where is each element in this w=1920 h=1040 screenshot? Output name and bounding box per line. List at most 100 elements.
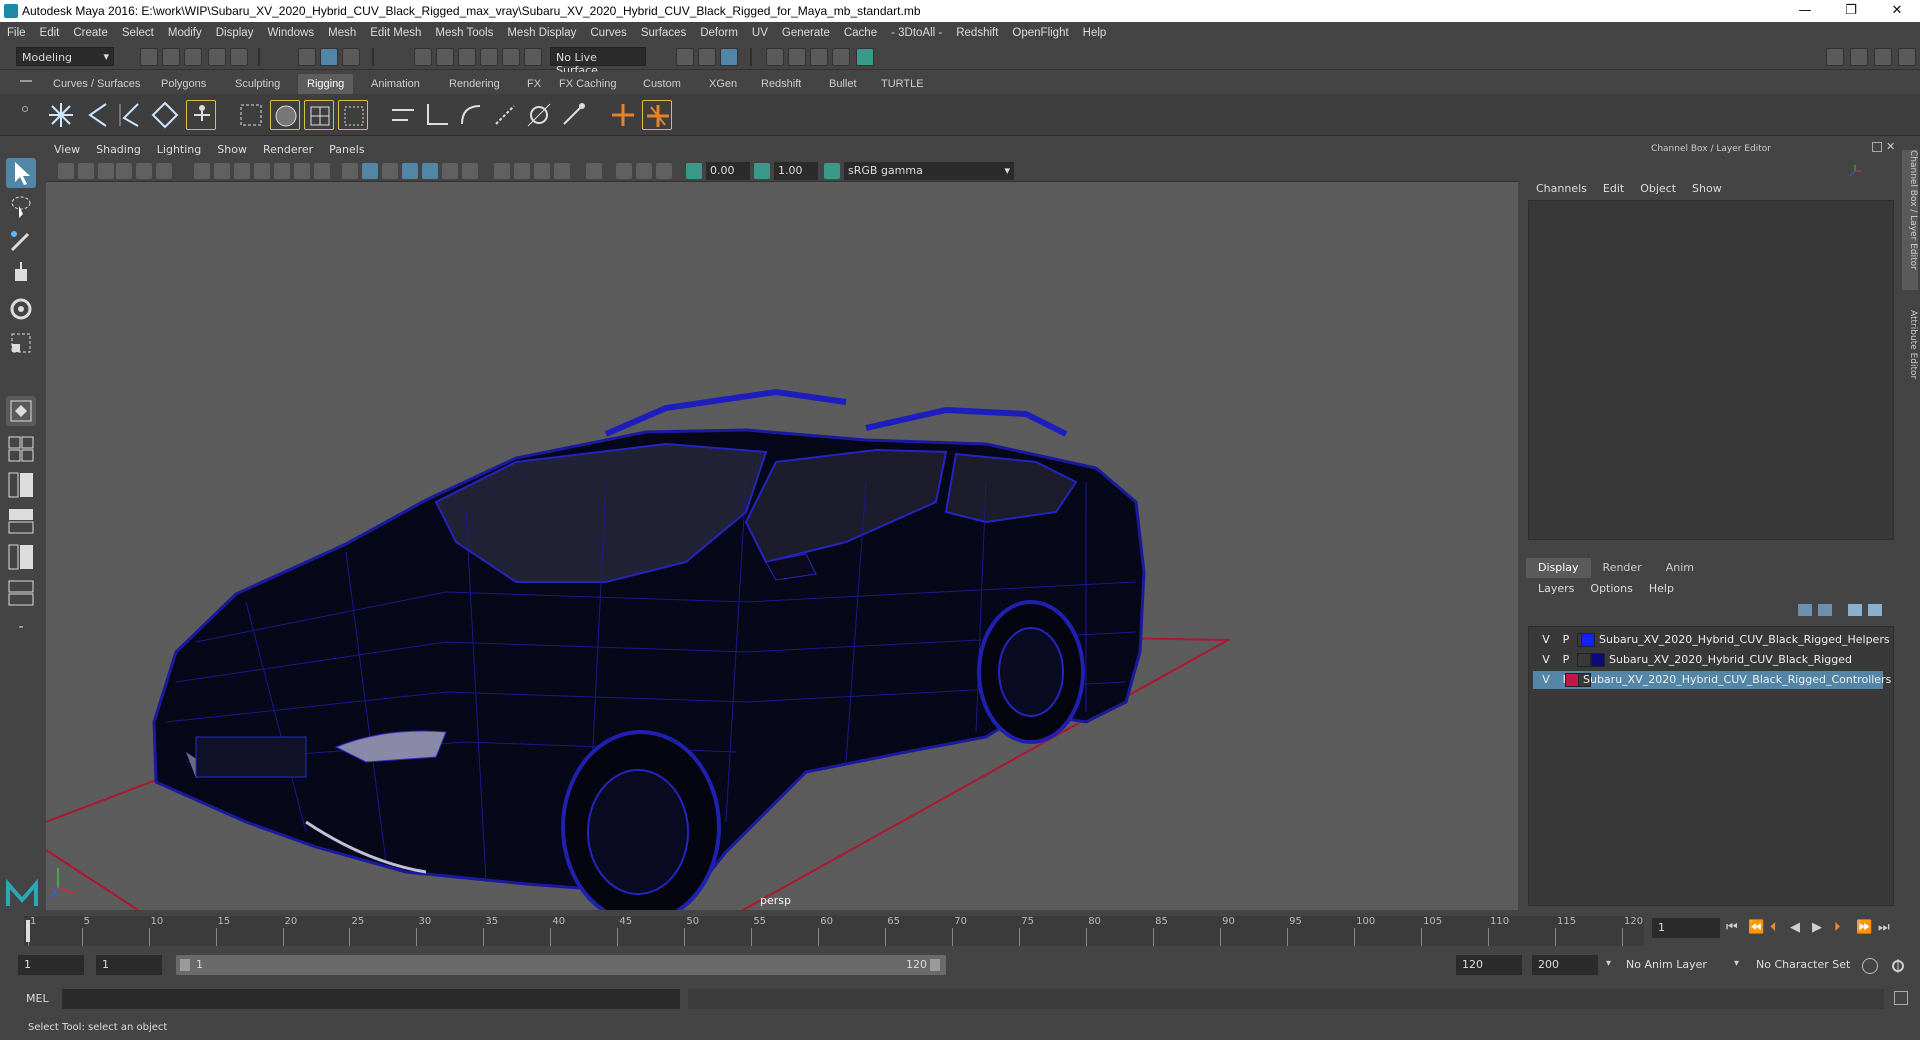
step-forward-icon[interactable]: ⏩ xyxy=(1856,920,1872,935)
menu-modify[interactable]: Modify xyxy=(161,22,209,44)
menu-create[interactable]: Create xyxy=(66,22,115,44)
film-gate-icon[interactable] xyxy=(214,163,230,179)
channel-menu-object[interactable]: Object xyxy=(1632,182,1684,195)
current-time-indicator[interactable] xyxy=(26,920,30,942)
exposure-icon[interactable] xyxy=(686,163,702,179)
character-set-dropdown[interactable]: No Character Set xyxy=(1750,955,1868,975)
grid-toggle-icon[interactable] xyxy=(194,163,210,179)
viewport-menu-shading[interactable]: Shading xyxy=(88,140,149,160)
playback-end-field[interactable]: 120 xyxy=(1456,955,1522,975)
channel-box-toggle-icon[interactable] xyxy=(1898,48,1916,66)
mel-label[interactable]: MEL xyxy=(26,992,49,1005)
backface-culling-icon[interactable] xyxy=(656,163,672,179)
wireframe-on-shaded-icon[interactable] xyxy=(402,163,418,179)
new-empty-layer-icon[interactable] xyxy=(1848,604,1862,616)
two-d-pan-zoom-icon[interactable] xyxy=(136,163,152,179)
camera-attributes-icon[interactable] xyxy=(78,163,94,179)
snap-point-icon[interactable] xyxy=(458,48,476,66)
input-output-icon[interactable] xyxy=(676,48,694,66)
layer-color-swatch[interactable] xyxy=(1591,653,1605,667)
sculpt-deformer-icon[interactable] xyxy=(524,100,554,130)
lattice-icon[interactable] xyxy=(338,100,368,130)
snap-surface-icon[interactable] xyxy=(502,48,520,66)
layer-menu-layers[interactable]: Layers xyxy=(1530,582,1582,595)
menu-cache[interactable]: Cache xyxy=(837,22,884,44)
snap-grid-icon[interactable] xyxy=(414,48,432,66)
playback-start-field[interactable]: 1 xyxy=(96,955,162,975)
step-back-icon[interactable]: ⏪ xyxy=(1748,920,1764,935)
shelf-tab-curves-surfaces[interactable]: Curves / Surfaces xyxy=(44,74,149,94)
close-button[interactable]: ✕ xyxy=(1874,0,1920,22)
command-input[interactable] xyxy=(62,989,680,1009)
channel-menu-show[interactable]: Show xyxy=(1684,182,1730,195)
color-management-icon[interactable] xyxy=(824,163,840,179)
wireframe-icon[interactable] xyxy=(342,163,358,179)
menu-edit[interactable]: Edit xyxy=(33,22,67,44)
point-constraint-icon[interactable] xyxy=(608,100,638,130)
minimize-button[interactable]: — xyxy=(1782,0,1828,22)
ik-spline-icon[interactable] xyxy=(422,100,452,130)
move-layer-down-icon[interactable] xyxy=(1818,604,1832,616)
script-editor-icon[interactable] xyxy=(1894,991,1908,1005)
render-view-icon[interactable] xyxy=(810,48,828,66)
ik-handle-icon[interactable] xyxy=(388,100,418,130)
menu-surfaces[interactable]: Surfaces xyxy=(634,22,693,44)
snap-curve-icon[interactable] xyxy=(436,48,454,66)
perspective-viewport[interactable]: persp xyxy=(46,182,1518,910)
exposure-field[interactable]: 0.00 xyxy=(706,162,750,180)
go-to-end-icon[interactable]: ⏭ xyxy=(1878,920,1890,935)
select-by-object-icon[interactable] xyxy=(320,48,338,66)
layer-row[interactable]: VPSubaru_XV_2020_Hybrid_CUV_Black_Rigged… xyxy=(1533,671,1891,689)
orient-joint-icon[interactable] xyxy=(150,100,180,130)
step-forward-key-icon[interactable]: ⏵ xyxy=(1834,920,1841,935)
layer-color-swatch[interactable] xyxy=(1581,633,1595,647)
viewport-menu-show[interactable]: Show xyxy=(209,140,255,160)
color-space-dropdown[interactable]: sRGB gamma ▾ xyxy=(844,162,1014,180)
shelf-tab-rigging[interactable]: Rigging xyxy=(298,74,354,94)
mirror-joint-icon[interactable] xyxy=(116,100,146,130)
four-view-layout-icon[interactable] xyxy=(6,434,36,464)
camera-select-icon[interactable] xyxy=(58,163,74,179)
shelf-tab-custom[interactable]: Custom xyxy=(634,74,690,94)
hypershade-layout-icon[interactable] xyxy=(6,542,36,572)
ipr-render-icon[interactable] xyxy=(788,48,806,66)
smooth-bind-icon[interactable] xyxy=(270,100,300,130)
menu-edit-mesh[interactable]: Edit Mesh xyxy=(363,22,428,44)
side-tab-channel-box[interactable]: Channel Box / Layer Editor xyxy=(1902,150,1918,290)
isolate-select-icon[interactable] xyxy=(586,163,602,179)
screen-space-ao-icon[interactable] xyxy=(494,163,510,179)
float-panel-icon[interactable] xyxy=(1872,142,1882,152)
time-ticks[interactable]: 1 5 10 15 20 25 30 35 40 45 50 55 60 65 70 75 80 85 90 95 10… xyxy=(24,916,1644,946)
layer-tab-anim[interactable]: Anim xyxy=(1654,558,1706,578)
play-backwards-icon[interactable]: ◀ xyxy=(1790,920,1800,935)
menu-generate[interactable]: Generate xyxy=(775,22,837,44)
live-surface-field[interactable]: No Live Surface xyxy=(550,47,646,77)
grease-pencil-icon[interactable] xyxy=(156,163,172,179)
step-back-key-icon[interactable]: ⏴ xyxy=(1770,920,1777,935)
blend-shape-icon[interactable] xyxy=(558,100,588,130)
depth-of-field-icon[interactable] xyxy=(554,163,570,179)
shadows-icon[interactable] xyxy=(462,163,478,179)
hik-icon[interactable] xyxy=(236,100,266,130)
safe-action-icon[interactable] xyxy=(294,163,310,179)
lasso-tool-icon[interactable] xyxy=(6,192,36,222)
make-live-icon[interactable] xyxy=(524,48,542,66)
layer-color-swatch[interactable] xyxy=(1565,673,1579,687)
menu-help[interactable]: Help xyxy=(1076,22,1114,44)
channel-menu-edit[interactable]: Edit xyxy=(1595,182,1632,195)
anim-layer-dropdown[interactable]: No Anim Layer xyxy=(1620,955,1736,975)
animation-end-field[interactable]: 200 xyxy=(1532,955,1598,975)
hypershade-icon[interactable] xyxy=(832,48,850,66)
menu-openflight[interactable]: OpenFlight xyxy=(1005,22,1075,44)
scale-tool-icon[interactable] xyxy=(6,328,36,358)
menu-redshift[interactable]: Redshift xyxy=(949,22,1005,44)
layer-visibility-toggle[interactable]: V xyxy=(1539,671,1553,689)
shelf-tab-turtle[interactable]: TURTLE xyxy=(872,74,933,94)
menu-mesh-tools[interactable]: Mesh Tools xyxy=(428,22,500,44)
layer-type-box[interactable] xyxy=(1577,653,1591,667)
menu-mesh[interactable]: Mesh xyxy=(321,22,363,44)
paint-select-tool-icon[interactable] xyxy=(6,226,36,256)
xray-icon[interactable] xyxy=(422,163,438,179)
collapse-toolbox-icon[interactable]: - xyxy=(6,614,36,644)
safe-title-icon[interactable] xyxy=(314,163,330,179)
